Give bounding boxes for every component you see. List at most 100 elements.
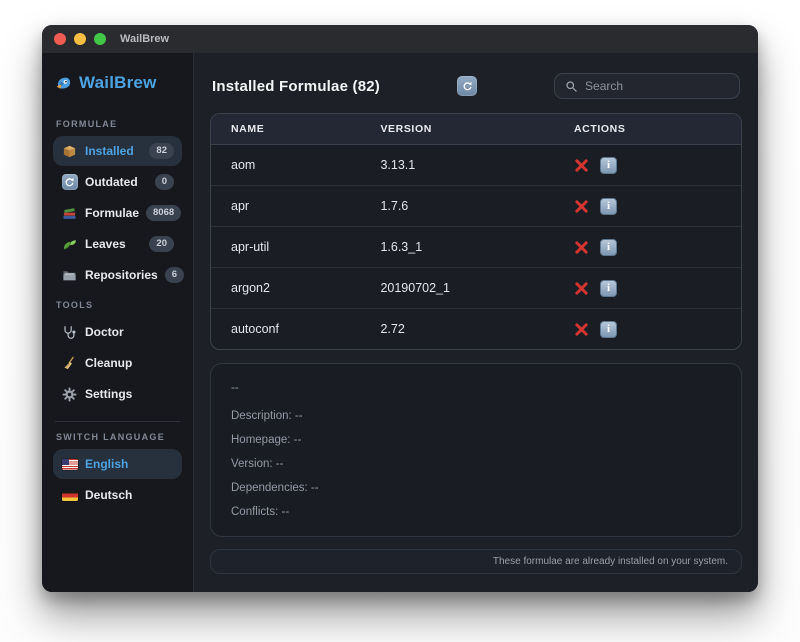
close-window-button[interactable] [54,33,66,45]
formula-version: 1.6.3_1 [380,240,574,254]
formula-name: apr-util [231,240,380,254]
count-badge: 8068 [146,205,181,220]
sidebar-item-label: Repositories [85,268,158,282]
table-row[interactable]: autoconf2.72 i [211,309,741,349]
app-window: WailBrew WailBrew FORMULAEInstalled82Out… [42,25,758,592]
sidebar-item-label: Cleanup [85,356,132,370]
sidebar-item-label: Deutsch [85,488,132,502]
table-row[interactable]: apr-util1.6.3_1 i [211,227,741,268]
sidebar-item-settings[interactable]: Settings [53,379,182,409]
info-button[interactable]: i [600,198,617,215]
formula-version: 1.7.6 [380,199,574,213]
sidebar-item-label: Formulae [85,206,139,220]
detail-field: Version: -- [231,458,721,470]
detail-field: Homepage: -- [231,434,721,446]
sidebar-nav: FORMULAE Installed82 Outdated 0 Formulae 8068… [53,109,182,511]
info-button[interactable]: i [600,157,617,174]
details-panel: -- Description: -- Homepage: -- Version: --… [210,363,742,537]
sidebar-item-repositories[interactable]: Repositories 6 [53,260,182,290]
sidebar-item-english[interactable]: English [53,449,182,479]
books-icon [61,205,78,221]
app-logo: WailBrew [53,67,182,109]
sidebar-item-cleanup[interactable]: Cleanup [53,348,182,378]
sidebar-divider [55,421,180,422]
info-button[interactable]: i [600,239,617,256]
package-icon [61,143,78,159]
row-actions: i [574,321,721,338]
uninstall-button[interactable] [574,158,589,173]
main-panel: Installed Formulae (82) NAMEVERSIONACTIO… [194,53,758,592]
sidebar-item-doctor[interactable]: Doctor [53,317,182,347]
search-input[interactable] [585,79,729,93]
sidebar-item-installed[interactable]: Installed82 [53,136,182,166]
table-row[interactable]: argon220190702_1 i [211,268,741,309]
broom-icon [61,355,78,371]
formula-name: autoconf [231,322,380,336]
column-header-name: NAME [231,123,380,135]
detail-field: Description: -- [231,410,721,422]
sidebar-item-formulae[interactable]: Formulae 8068 [53,198,182,228]
folder-icon [61,267,78,283]
detail-field: Dependencies: -- [231,482,721,494]
sidebar-item-label: Outdated [85,175,138,189]
count-badge: 20 [149,236,174,251]
row-actions: i [574,157,721,174]
formula-version: 20190702_1 [380,281,574,295]
sidebar-item-outdated[interactable]: Outdated 0 [53,167,182,197]
sidebar-item-label: Leaves [85,237,126,251]
main-header: Installed Formulae (82) [210,65,742,113]
wailbrew-logo-icon [55,75,72,91]
count-badge: 6 [165,267,184,282]
sidebar-item-label: Doctor [85,325,124,339]
us-flag-icon [61,456,78,472]
detail-selected-name: -- [231,382,721,394]
formula-name: aom [231,158,380,172]
column-header-actions: ACTIONS [574,123,721,135]
status-text: These formulae are already installed on … [493,556,728,567]
uninstall-button[interactable] [574,240,589,255]
info-button[interactable]: i [600,280,617,297]
german-flag-icon [61,487,78,503]
count-badge: 0 [155,174,174,189]
sidebar-item-label: Settings [85,387,132,401]
search-icon [565,80,578,93]
sidebar: WailBrew FORMULAE Installed82 Outdated 0 For… [42,53,194,592]
desktop-background: WailBrew WailBrew FORMULAEInstalled82Out… [0,0,800,642]
window-content: WailBrew FORMULAE Installed82 Outdated 0 For… [42,53,758,592]
window-title: WailBrew [120,33,169,45]
sidebar-section-label: FORMULAE [56,119,179,129]
minimize-window-button[interactable] [74,33,86,45]
search-box[interactable] [554,73,740,99]
titlebar: WailBrew [42,25,758,53]
window-controls [54,33,106,45]
zoom-window-button[interactable] [94,33,106,45]
refresh-button[interactable] [457,76,477,96]
table-header-row: NAMEVERSIONACTIONS [211,114,741,145]
table-row[interactable]: apr1.7.6 i [211,186,741,227]
detail-field: Conflicts: -- [231,506,721,518]
uninstall-button[interactable] [574,322,589,337]
formula-name: apr [231,199,380,213]
row-actions: i [574,198,721,215]
count-badge: 82 [149,143,174,158]
uninstall-button[interactable] [574,199,589,214]
sidebar-item-deutsch[interactable]: Deutsch [53,480,182,510]
formulae-table: NAMEVERSIONACTIONS aom3.13.1iapr1.7.6iap… [210,113,742,350]
sidebar-item-leaves[interactable]: Leaves 20 [53,229,182,259]
formula-name: argon2 [231,281,380,295]
row-actions: i [574,280,721,297]
leaves-icon [61,236,78,252]
uninstall-button[interactable] [574,281,589,296]
gear-icon [61,386,78,402]
formula-version: 2.72 [380,322,574,336]
info-button[interactable]: i [600,321,617,338]
table-row[interactable]: aom3.13.1 i [211,145,741,186]
status-bar: These formulae are already installed on … [210,549,742,574]
formula-version: 3.13.1 [380,158,574,172]
sidebar-section-label: SWITCH LANGUAGE [56,432,179,442]
row-actions: i [574,239,721,256]
table-body: aom3.13.1iapr1.7.6iapr-util1.6.3_1iargon… [211,145,741,349]
app-name: WailBrew [79,73,157,93]
sidebar-section-label: TOOLS [56,300,179,310]
refresh-square-icon [61,174,78,190]
